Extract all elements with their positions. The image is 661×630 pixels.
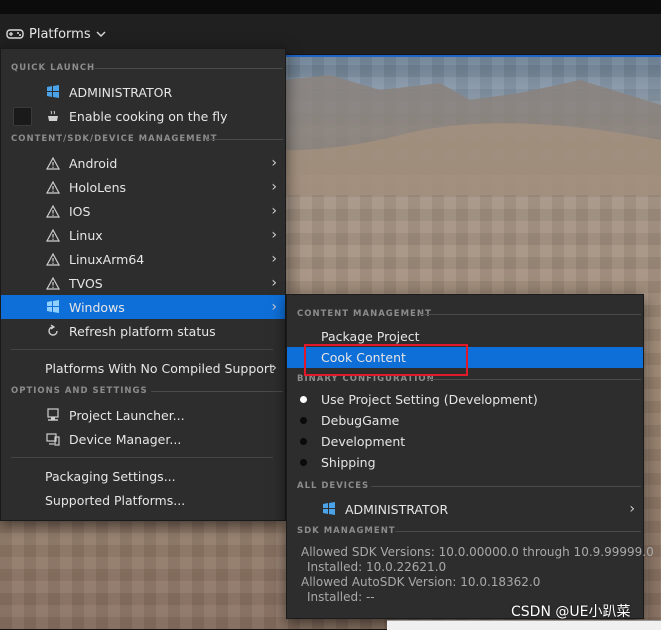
windows-submenu: CONTENT MANAGEMENT Package Project Cook … [286,294,654,619]
refresh-icon [45,323,61,339]
title-bar [0,0,661,14]
windows-icon [321,501,337,517]
device-administrator-item[interactable]: ADMINISTRATOR › [287,497,643,521]
cook-content-item[interactable]: Cook Content [287,347,643,368]
chevron-right-icon: › [271,227,277,243]
chevron-right-icon: › [271,155,277,171]
config-option-development[interactable]: Development [287,431,643,452]
menu-separator [11,349,273,350]
section-header-binary-config: BINARY CONFIGURATION [297,374,641,384]
device-icon [45,431,61,447]
platforms-label: Platforms [29,26,91,42]
platform-item-tvos[interactable]: TVOS › [1,271,285,295]
project-launcher-item[interactable]: Project Launcher... [1,403,285,427]
platforms-dropdown-button[interactable]: Platforms [6,16,106,52]
supported-platforms-item[interactable]: Supported Platforms... [1,488,285,512]
warning-icon [45,251,61,267]
quick-launch-administrator[interactable]: ADMINISTRATOR [1,80,285,104]
cook-on-fly-checkbox[interactable] [13,106,32,126]
warning-icon [45,179,61,195]
menu-separator [11,457,273,458]
warning-icon [45,275,61,291]
section-header-quick-launch: QUICK LAUNCH [11,63,283,73]
section-header-all-devices: ALL DEVICES [297,481,641,491]
platforms-menu: QUICK LAUNCH ADMINISTRATOR Enable cookin… [0,48,286,521]
cooking-pot-icon [45,108,61,124]
sdk-allowed-versions: Allowed SDK Versions: 10.0.00000.0 throu… [301,545,654,559]
radio-unselected-icon [300,459,307,466]
warning-icon [45,203,61,219]
warning-icon [45,227,61,243]
refresh-platform-status[interactable]: Refresh platform status [1,319,285,343]
autosdk-allowed-version: Allowed AutoSDK Version: 10.0.18362.0 [301,575,541,589]
watermark-text: CSDN @UE小趴菜 [511,604,631,620]
chevron-right-icon: › [271,203,277,219]
chevron-right-icon: › [629,501,635,517]
section-header-options: OPTIONS AND SETTINGS [11,386,283,396]
config-option-debuggame[interactable]: DebugGame [287,410,643,431]
config-option-shipping[interactable]: Shipping [287,452,643,473]
chevron-right-icon: › [271,251,277,267]
platform-item-linuxarm64[interactable]: LinuxArm64 › [1,247,285,271]
chevron-down-icon [96,30,106,38]
platform-item-android[interactable]: Android › [1,151,285,175]
warning-icon [45,155,61,171]
platform-item-hololens[interactable]: HoloLens › [1,175,285,199]
gamepad-icon [6,26,24,42]
launcher-icon [45,407,61,423]
windows-icon [45,84,61,100]
chevron-right-icon: › [271,275,277,291]
platform-item-windows[interactable]: Windows › [1,295,285,319]
device-manager-item[interactable]: Device Manager... [1,427,285,451]
section-header-content-management: CONTENT MANAGEMENT [297,309,641,319]
chevron-right-icon: › [271,299,277,315]
section-header-sdk: SDK MANAGMENT [297,526,641,536]
chevron-right-icon: › [271,360,277,376]
radio-selected-icon [300,396,307,403]
enable-cooking-on-fly[interactable]: Enable cooking on the fly [1,104,285,128]
platform-item-linux[interactable]: Linux › [1,223,285,247]
sdk-installed: Installed: 10.0.22621.0 [307,560,447,574]
viewport-focus-border [284,55,661,57]
packaging-settings-item[interactable]: Packaging Settings... [1,464,285,488]
chevron-right-icon: › [271,179,277,195]
radio-unselected-icon [300,438,307,445]
package-project-item[interactable]: Package Project [287,324,643,348]
windows-icon [45,299,61,315]
radio-unselected-icon [300,417,307,424]
platforms-no-compiled-support[interactable]: Platforms With No Compiled Support › [1,356,285,380]
platform-item-ios[interactable]: IOS › [1,199,285,223]
config-option-project-setting[interactable]: Use Project Setting (Development) [287,389,643,410]
section-header-content-sdk: CONTENT/SDK/DEVICE MANAGEMENT [11,134,283,144]
autosdk-installed: Installed: -- [307,590,375,604]
